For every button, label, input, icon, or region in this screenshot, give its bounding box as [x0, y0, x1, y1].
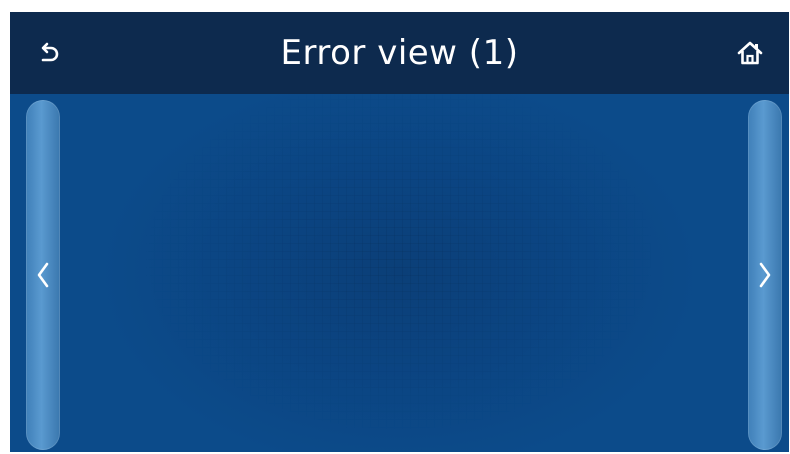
next-page-button[interactable]	[748, 100, 782, 450]
display-screen: Error view (1)	[10, 12, 789, 452]
title-bar: Error view (1)	[10, 12, 789, 94]
chevron-left-icon	[37, 262, 49, 288]
home-icon	[737, 41, 763, 65]
page-title: Error view (1)	[280, 33, 519, 73]
back-button[interactable]	[28, 32, 70, 74]
back-arrow-icon	[41, 42, 59, 62]
error-list-area	[10, 94, 789, 452]
previous-page-button[interactable]	[26, 100, 60, 450]
home-button[interactable]	[729, 32, 771, 74]
chevron-right-icon	[759, 262, 771, 288]
